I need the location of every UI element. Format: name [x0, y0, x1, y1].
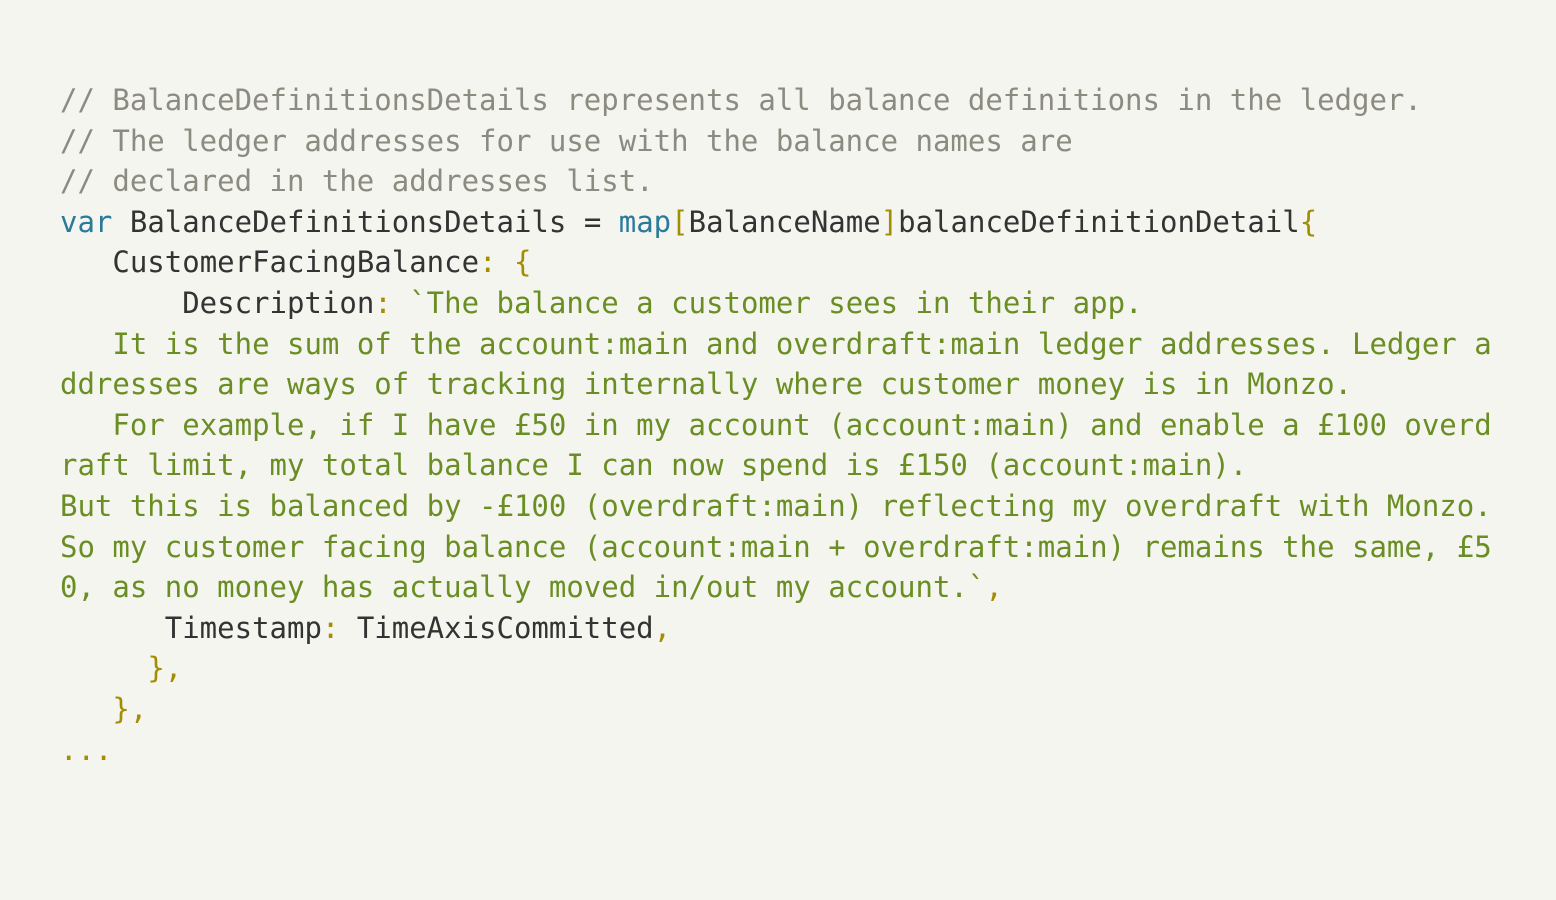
comma: , [654, 611, 671, 645]
brace-open: { [1300, 205, 1317, 239]
string-description: The balance a customer sees in their app… [427, 286, 1143, 320]
string-backtick-close: ` [968, 570, 985, 604]
colon: : [479, 245, 514, 279]
type-map-value: balanceDefinitionDetail [898, 205, 1300, 239]
brace-close-outer: }, [60, 692, 147, 726]
brace-open: { [514, 245, 531, 279]
ellipsis: ... [60, 733, 112, 767]
field-description-key: Description [60, 286, 374, 320]
brace-close-inner: }, [60, 651, 182, 685]
string-backtick-open: ` [409, 286, 426, 320]
type-map-key: BalanceName [689, 205, 881, 239]
colon: : [374, 286, 409, 320]
comma: , [985, 570, 1002, 604]
bracket-close: ] [881, 205, 898, 239]
string-description: For example, if I have £50 in my account… [60, 408, 1492, 483]
string-description: It is the sum of the account:main and ov… [60, 327, 1492, 402]
field-entry-key: CustomerFacingBalance [60, 245, 479, 279]
bracket-open: [ [671, 205, 688, 239]
keyword-map: map [619, 205, 671, 239]
string-description: But this is balanced by -£100 (overdraft… [60, 489, 1509, 604]
code-block: // BalanceDefinitionsDetails represents … [0, 0, 1556, 770]
op-equals: = [566, 205, 618, 239]
identifier-timestamp-value: TimeAxisCommitted [339, 611, 653, 645]
identifier-varname: BalanceDefinitionsDetails [130, 205, 567, 239]
comment-line: // The ledger addresses for use with the… [60, 124, 1073, 158]
colon: : [322, 611, 339, 645]
comment-line: // declared in the addresses list. [60, 164, 654, 198]
keyword-var: var [60, 205, 112, 239]
comment-line: // BalanceDefinitionsDetails represents … [60, 83, 1422, 117]
field-timestamp-key: Timestamp [60, 611, 322, 645]
